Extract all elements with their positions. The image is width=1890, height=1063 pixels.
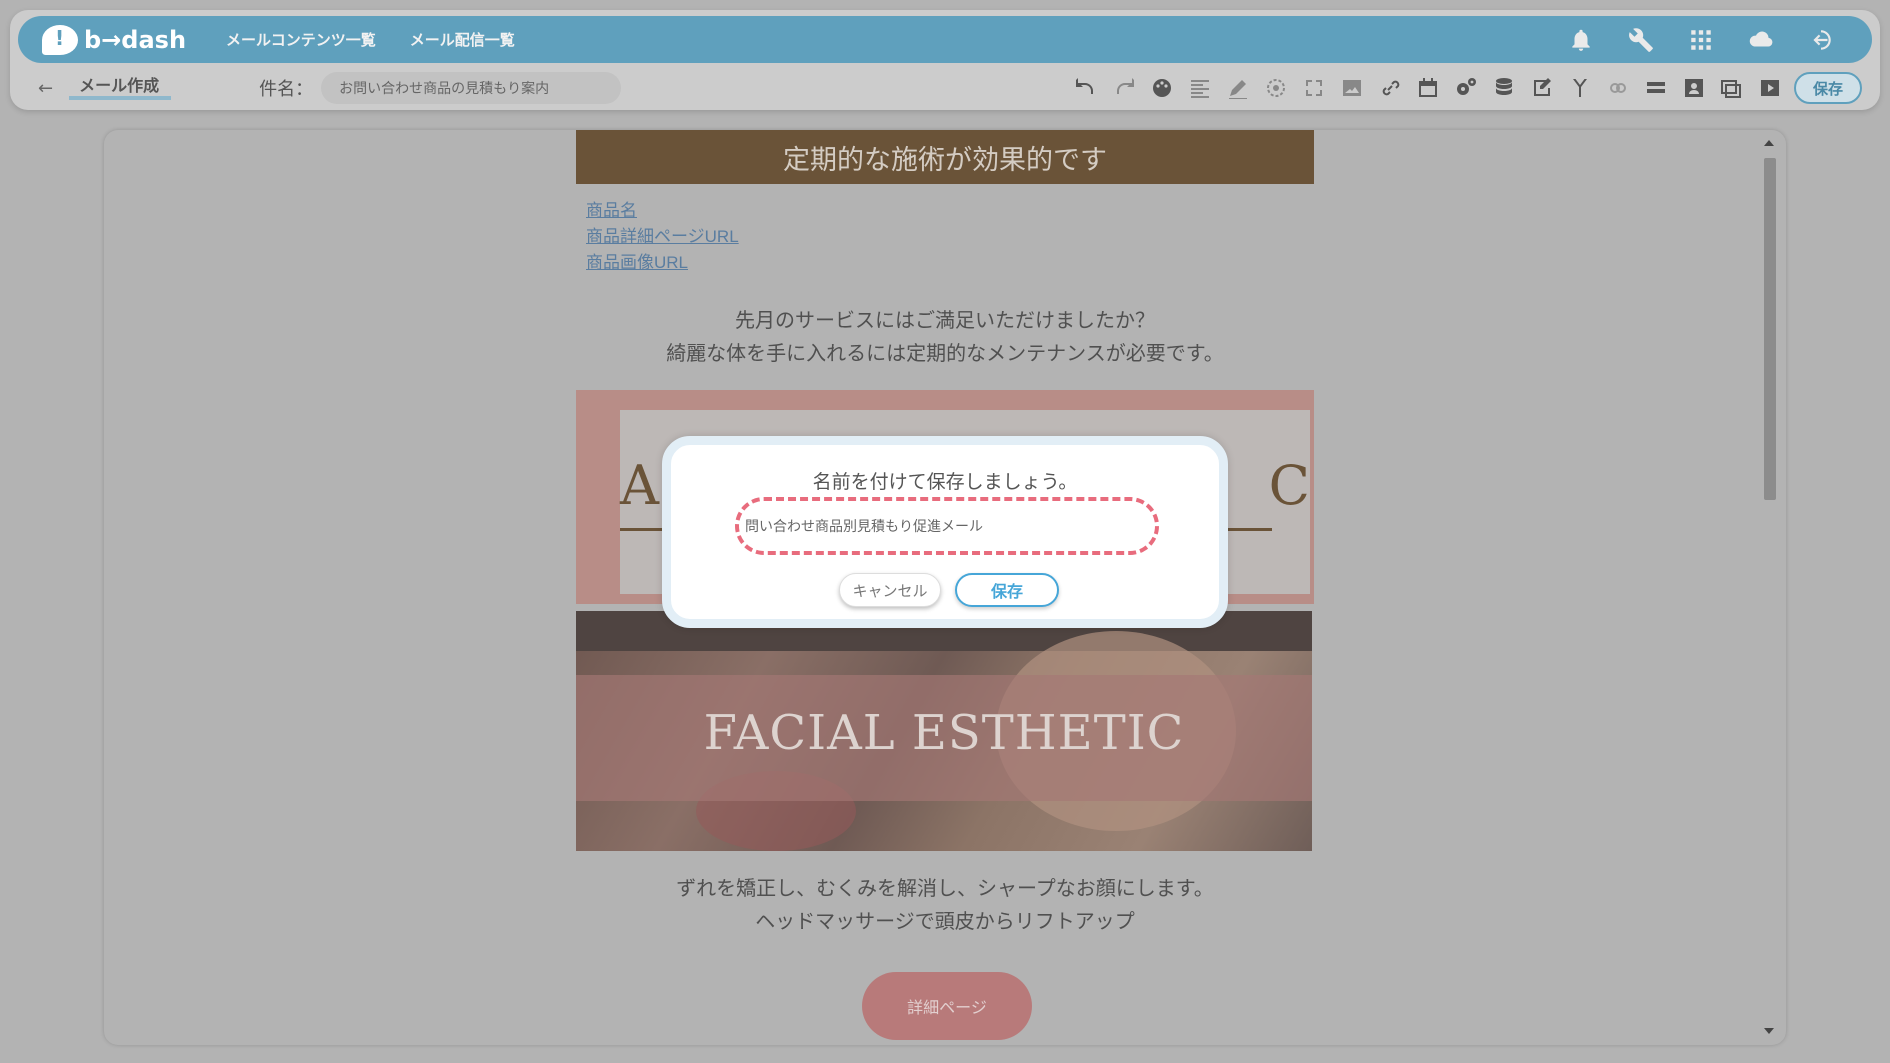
dialog-save-button[interactable]: 保存 [955, 573, 1059, 607]
back-arrow-icon[interactable]: ← [38, 78, 53, 99]
body-line-2: ヘッドマッサージで頭皮からリフトアップ [755, 909, 1135, 933]
grid-icon[interactable] [1686, 25, 1716, 55]
intro-line-2: 綺麗な体を手に入れるには定期的なメンテナンスが必要です。 [666, 341, 1224, 365]
play-icon[interactable] [1756, 74, 1784, 102]
body-text[interactable]: ずれを矯正し、むくみを解消し、シャープなお顔にします。 ヘッドマッサージで頭皮か… [576, 872, 1314, 938]
link-product-detail-url[interactable]: 商品詳細ページURL [586, 224, 739, 250]
input-highlight [735, 497, 1159, 555]
logo-letter-c: C [1268, 454, 1310, 517]
bell-icon[interactable] [1566, 25, 1596, 55]
redo-icon[interactable] [1110, 74, 1138, 102]
divider-icon[interactable] [1642, 74, 1670, 102]
database-icon[interactable] [1490, 74, 1518, 102]
edit-note-icon[interactable] [1528, 74, 1556, 102]
intro-line-1: 先月のサービスにはご満足いただけましたか？ [735, 308, 1155, 332]
product-links: 商品名 商品詳細ページURL 商品画像URL [586, 198, 739, 276]
cloud-icon[interactable] [1746, 25, 1776, 55]
breadcrumb[interactable]: メール作成 [69, 76, 172, 100]
wrench-icon[interactable] [1626, 25, 1656, 55]
target-icon[interactable] [1262, 74, 1290, 102]
nav-mail-contents[interactable]: メールコンテンツ一覧 [226, 29, 376, 50]
fullscreen-icon[interactable] [1300, 74, 1328, 102]
calendar-icon[interactable] [1414, 74, 1442, 102]
sub-bar: ← メール作成 件名： 保存 [10, 68, 1880, 108]
editor-toolbar: 保存 [1072, 72, 1862, 104]
app-bar: b→dash メールコンテンツ一覧 メール配信一覧 [18, 16, 1872, 63]
person-card-icon[interactable] [1680, 74, 1708, 102]
scroll-up-icon[interactable] [1764, 140, 1774, 146]
link-product-name[interactable]: 商品名 [586, 198, 739, 224]
logo[interactable]: b→dash [42, 24, 187, 55]
email-banner[interactable]: 定期的な施術が効果的です [576, 130, 1314, 184]
align-icon[interactable] [1186, 74, 1214, 102]
intro-text[interactable]: 先月のサービスにはご満足いただけましたか？ 綺麗な体を手に入れるには定期的なメン… [576, 304, 1314, 370]
subject-input[interactable] [321, 72, 622, 104]
nav-mail-delivery[interactable]: メール配信一覧 [410, 29, 515, 50]
palette-icon[interactable] [1148, 74, 1176, 102]
save-button[interactable]: 保存 [1794, 72, 1862, 104]
dialog-title: 名前を付けて保存しましょう。 [812, 471, 1078, 493]
link-icon[interactable] [1376, 74, 1404, 102]
subject-label: 件名： [259, 79, 314, 100]
pen-icon[interactable] [1224, 74, 1252, 102]
cancel-button[interactable]: キャンセル [839, 573, 941, 607]
body-line-1: ずれを矯正し、むくみを解消し、シャープなお顔にします。 [676, 876, 1214, 900]
link-off-icon[interactable] [1604, 74, 1632, 102]
logo-letter-a: A [620, 454, 659, 517]
save-as-dialog: 名前を付けて保存しましょう。 キャンセル 保存 [662, 436, 1228, 628]
link-product-image-url[interactable]: 商品画像URL [586, 250, 739, 276]
image-title: FACIAL ESTHETIC [703, 705, 1185, 761]
gears-icon[interactable] [1452, 74, 1480, 102]
logout-icon[interactable] [1806, 25, 1836, 55]
detail-page-button[interactable]: 詳細ページ [862, 972, 1032, 1040]
logo-text: b→dash [84, 25, 187, 54]
preview-icon[interactable] [1718, 74, 1746, 102]
facial-esthetic-image[interactable]: FACIAL ESTHETIC [576, 611, 1312, 851]
scroll-thumb[interactable] [1764, 158, 1776, 500]
scrollbar[interactable] [1762, 138, 1776, 1036]
image-icon[interactable] [1338, 74, 1366, 102]
undo-icon[interactable] [1072, 74, 1100, 102]
logo-bubble-icon [42, 24, 78, 55]
merge-icon[interactable] [1566, 74, 1594, 102]
scroll-down-icon[interactable] [1764, 1028, 1774, 1034]
header: b→dash メールコンテンツ一覧 メール配信一覧 ← メール作成 件名： [10, 10, 1880, 110]
